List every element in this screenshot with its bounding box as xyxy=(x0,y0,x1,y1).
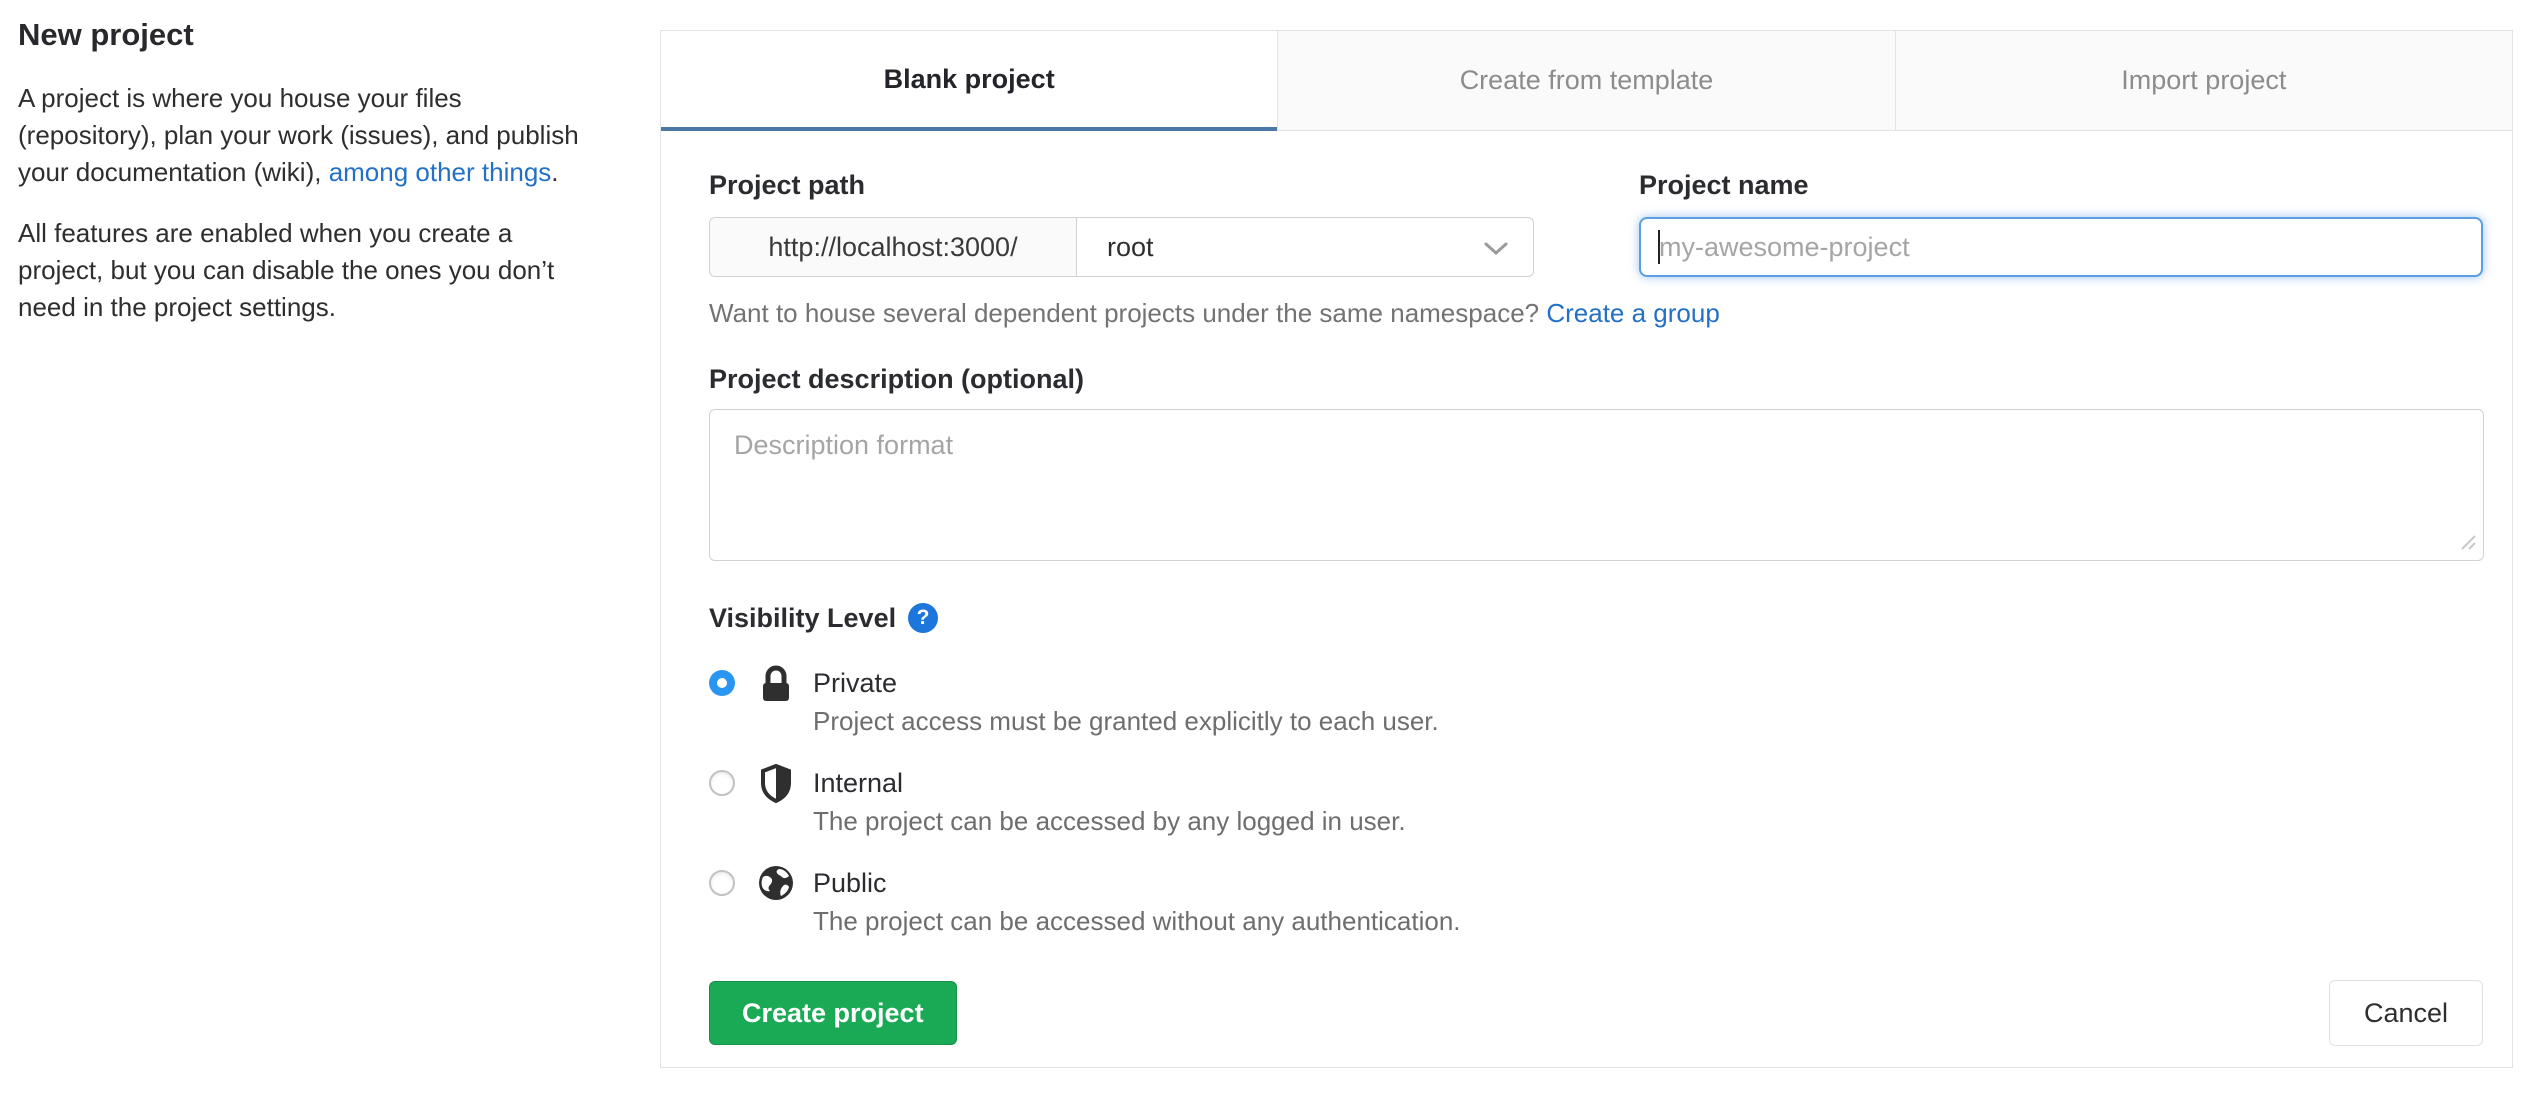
public-label: Public xyxy=(813,868,887,898)
help-question-icon[interactable]: ? xyxy=(908,603,939,633)
create-a-group-link[interactable]: Create a group xyxy=(1546,298,1719,328)
visibility-option-private: Private Project access must be granted e… xyxy=(709,664,2483,740)
cancel-button[interactable]: Cancel xyxy=(2328,980,2483,1046)
visibility-option-internal: Internal The project can be accessed by … xyxy=(709,764,2483,840)
tab-blank-project[interactable]: Blank project xyxy=(661,31,1278,131)
internal-description: The project can be accessed by any logge… xyxy=(813,806,1406,836)
project-description-label: Project description (optional) xyxy=(709,364,1085,394)
visibility-level-label: Visibility Level xyxy=(709,603,897,633)
visibility-option-public: Public The project can be accessed witho… xyxy=(709,864,2483,940)
private-description: Project access must be granted explicitl… xyxy=(813,706,1439,736)
intro-paragraph-1: A project is where you house your files … xyxy=(18,80,596,191)
project-type-tabs: Blank project Create from template Impor… xyxy=(661,31,2512,131)
shield-icon xyxy=(757,764,795,804)
page-title: New project xyxy=(18,17,194,52)
tab-import-project[interactable]: Import project xyxy=(1894,31,2512,131)
lock-icon xyxy=(757,664,795,704)
visibility-radio-group: Private Project access must be granted e… xyxy=(709,664,2483,940)
namespace-select[interactable]: root xyxy=(1076,217,1534,277)
public-description: The project can be accessed without any … xyxy=(813,906,1461,936)
tab-create-from-template[interactable]: Create from template xyxy=(1277,31,1895,131)
namespace-hint: Want to house several dependent projects… xyxy=(709,297,2483,329)
create-project-button[interactable]: Create project xyxy=(709,981,957,1045)
internal-radio[interactable] xyxy=(709,770,735,796)
among-other-things-link[interactable]: among other things xyxy=(329,157,552,187)
intro-period: . xyxy=(551,157,559,187)
project-description-textarea[interactable] xyxy=(709,409,2484,561)
namespace-hint-text: Want to house several dependent projects… xyxy=(709,298,1547,328)
private-radio[interactable] xyxy=(709,670,735,696)
private-label: Private xyxy=(813,668,898,698)
resize-grip-icon[interactable] xyxy=(2459,533,2477,556)
intro-column: New project A project is where you house… xyxy=(18,14,596,326)
public-radio[interactable] xyxy=(709,870,735,896)
internal-label: Internal xyxy=(813,768,904,798)
new-project-panel: Blank project Create from template Impor… xyxy=(660,30,2513,1068)
project-url-prefix: http://localhost:3000/ xyxy=(709,217,1076,277)
chevron-down-icon xyxy=(1483,232,1509,263)
namespace-selected-value: root xyxy=(1107,231,1154,262)
globe-icon xyxy=(757,864,795,902)
project-name-input[interactable] xyxy=(1639,217,2483,277)
intro-paragraph-2: All features are enabled when you create… xyxy=(18,218,555,322)
project-path-label: Project path xyxy=(709,170,866,200)
project-name-label: Project name xyxy=(1639,170,1809,200)
text-cursor xyxy=(1658,230,1660,264)
